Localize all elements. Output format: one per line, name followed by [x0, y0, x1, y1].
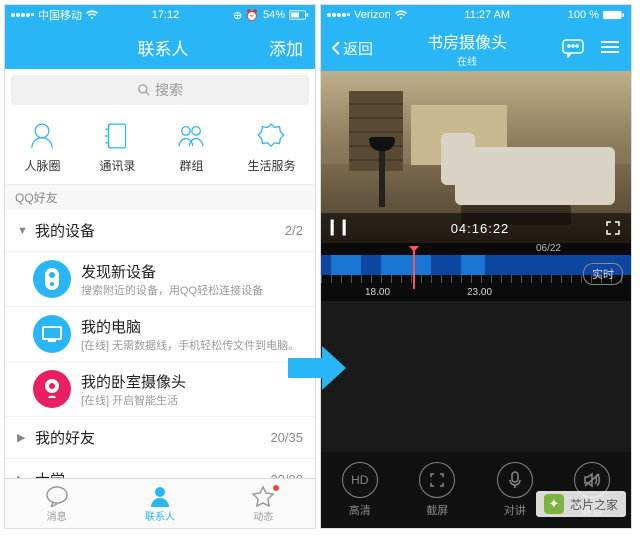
status-bar: 中国移动 17:12 ⊕ ⏰ 54%: [5, 5, 315, 25]
clock-label: 11:27 AM: [464, 9, 510, 21]
device-title: 发现新设备: [81, 261, 263, 282]
chat-icon[interactable]: [561, 38, 585, 58]
category-network[interactable]: 人脉圈: [24, 119, 60, 174]
alarm-icon: ⊕ ⏰: [233, 9, 259, 22]
control-label: 高清: [349, 502, 371, 518]
network-icon: [25, 119, 59, 153]
timeline-label: 18.00: [365, 287, 390, 298]
group-count: 2/2: [285, 223, 303, 238]
bedroom-camera-icon: [33, 370, 71, 408]
friends-section-label: QQ好友: [5, 185, 315, 210]
carrier-label: 中国移动: [38, 7, 82, 23]
watermark-text: 芯片之家: [570, 496, 618, 513]
group-label: 我的设备: [35, 220, 95, 241]
battery-icon: [603, 10, 625, 20]
tab-messages[interactable]: 消息: [5, 479, 108, 528]
video-control-bar: ▎▎ 04:16:22: [321, 213, 631, 243]
capture-icon: [419, 462, 455, 498]
hd-icon: HD: [342, 462, 378, 498]
category-row: 人脉圈 通讯录 群组 生活服务: [5, 111, 315, 185]
category-label: 群组: [179, 157, 203, 174]
screenshot-button[interactable]: 截屏: [399, 452, 477, 528]
timeline-label: 23.00: [467, 287, 492, 298]
category-label: 生活服务: [247, 157, 295, 174]
tab-label: 动态: [253, 508, 273, 523]
group-my-devices[interactable]: ▼ 我的设备 2/2: [5, 210, 315, 252]
device-discover[interactable]: 发现新设备 搜索附近的设备，用QQ轻松连接设备: [5, 252, 315, 307]
clock-label: 17:12: [152, 9, 180, 21]
search-placeholder: 搜索: [155, 80, 183, 100]
device-subtitle: 搜索附近的设备，用QQ轻松连接设备: [81, 282, 263, 298]
my-pc-icon: [33, 315, 71, 353]
tab-bar: 消息 联系人 动态: [5, 478, 315, 528]
wechat-icon: ✦: [544, 494, 564, 514]
video-timestamp: 04:16:22: [367, 221, 593, 236]
timeline-cursor[interactable]: [413, 251, 415, 289]
watermark: ✦ 芯片之家: [536, 491, 626, 517]
live-button[interactable]: 实时: [583, 263, 623, 285]
carrier-label: Verizon: [354, 9, 391, 21]
category-addressbook[interactable]: 通讯录: [99, 119, 135, 174]
battery-icon: [289, 10, 309, 20]
wifi-icon: [395, 10, 407, 20]
add-button[interactable]: 添加: [269, 35, 303, 60]
device-subtitle: [在线] 开启智能生活: [81, 392, 186, 408]
wifi-icon: [86, 10, 98, 20]
groups-icon: [174, 119, 208, 153]
tab-label: 消息: [47, 508, 67, 523]
device-title: 我的电脑: [81, 316, 299, 337]
video-feed[interactable]: ▎▎ 04:16:22: [321, 71, 631, 243]
timeline[interactable]: 06/22 18.00 23.00 实时: [321, 243, 631, 301]
group-my-friends[interactable]: ▶ 我的好友 20/35: [5, 417, 315, 459]
hd-button[interactable]: HD 高清: [321, 452, 399, 528]
group-label: 我的好友: [35, 427, 95, 448]
status-bar: Verizon 11:27 AM 100 %: [321, 5, 631, 25]
search-icon: [137, 83, 151, 97]
category-label: 人脉圈: [24, 157, 60, 174]
chevron-right-icon: ▶: [17, 431, 27, 444]
camera-header: 返回 书房摄像头 在线: [321, 25, 631, 71]
messages-icon: [45, 485, 69, 507]
page-title: 联系人: [138, 35, 189, 60]
menu-icon[interactable]: [599, 38, 621, 56]
contacts-icon: [148, 485, 172, 507]
back-label: 返回: [343, 38, 373, 59]
battery-label: 54%: [263, 9, 285, 21]
back-button[interactable]: 返回: [331, 38, 373, 59]
moments-icon: [251, 485, 275, 507]
camera-screen: Verizon 11:27 AM 100 % 返回 书房摄像头 在线: [320, 4, 632, 529]
device-my-pc[interactable]: 我的电脑 [在线] 无需数据线，手机轻松传文件到电脑。: [5, 307, 315, 362]
contacts-screen: 中国移动 17:12 ⊕ ⏰ 54% 联系人 添加 搜索 人脉圈: [4, 4, 316, 529]
fullscreen-icon[interactable]: [605, 220, 621, 236]
signal-icon: [11, 13, 34, 17]
services-icon: [254, 119, 288, 153]
flow-arrow-icon: [288, 346, 346, 390]
chevron-left-icon: [331, 40, 341, 56]
signal-icon: [327, 13, 350, 17]
tab-moments[interactable]: 动态: [212, 479, 315, 528]
group-count: 20/35: [270, 430, 303, 445]
device-bedroom-camera[interactable]: 我的卧室摄像头 [在线] 开启智能生活: [5, 362, 315, 417]
category-groups[interactable]: 群组: [174, 119, 208, 174]
device-title: 我的卧室摄像头: [81, 371, 186, 392]
addressbook-icon: [100, 119, 134, 153]
discover-device-icon: [33, 260, 71, 298]
control-label: 对讲: [504, 502, 526, 518]
chevron-down-icon: ▼: [17, 225, 27, 237]
control-label: 截屏: [426, 502, 448, 518]
category-services[interactable]: 生活服务: [247, 119, 295, 174]
pause-button[interactable]: ▎▎: [331, 220, 355, 236]
device-subtitle: [在线] 无需数据线，手机轻松传文件到电脑。: [81, 337, 299, 353]
camera-status: 在线: [381, 53, 553, 68]
tab-contacts[interactable]: 联系人: [108, 479, 211, 528]
category-label: 通讯录: [99, 157, 135, 174]
header: 联系人 添加: [5, 25, 315, 69]
timeline-date: 06/22: [536, 243, 561, 254]
tab-label: 联系人: [145, 508, 175, 523]
battery-label: 100 %: [568, 9, 599, 21]
notification-dot: [273, 485, 279, 491]
mic-icon: [497, 462, 533, 498]
search-input[interactable]: 搜索: [11, 75, 309, 105]
camera-title: 书房摄像头: [381, 29, 553, 53]
